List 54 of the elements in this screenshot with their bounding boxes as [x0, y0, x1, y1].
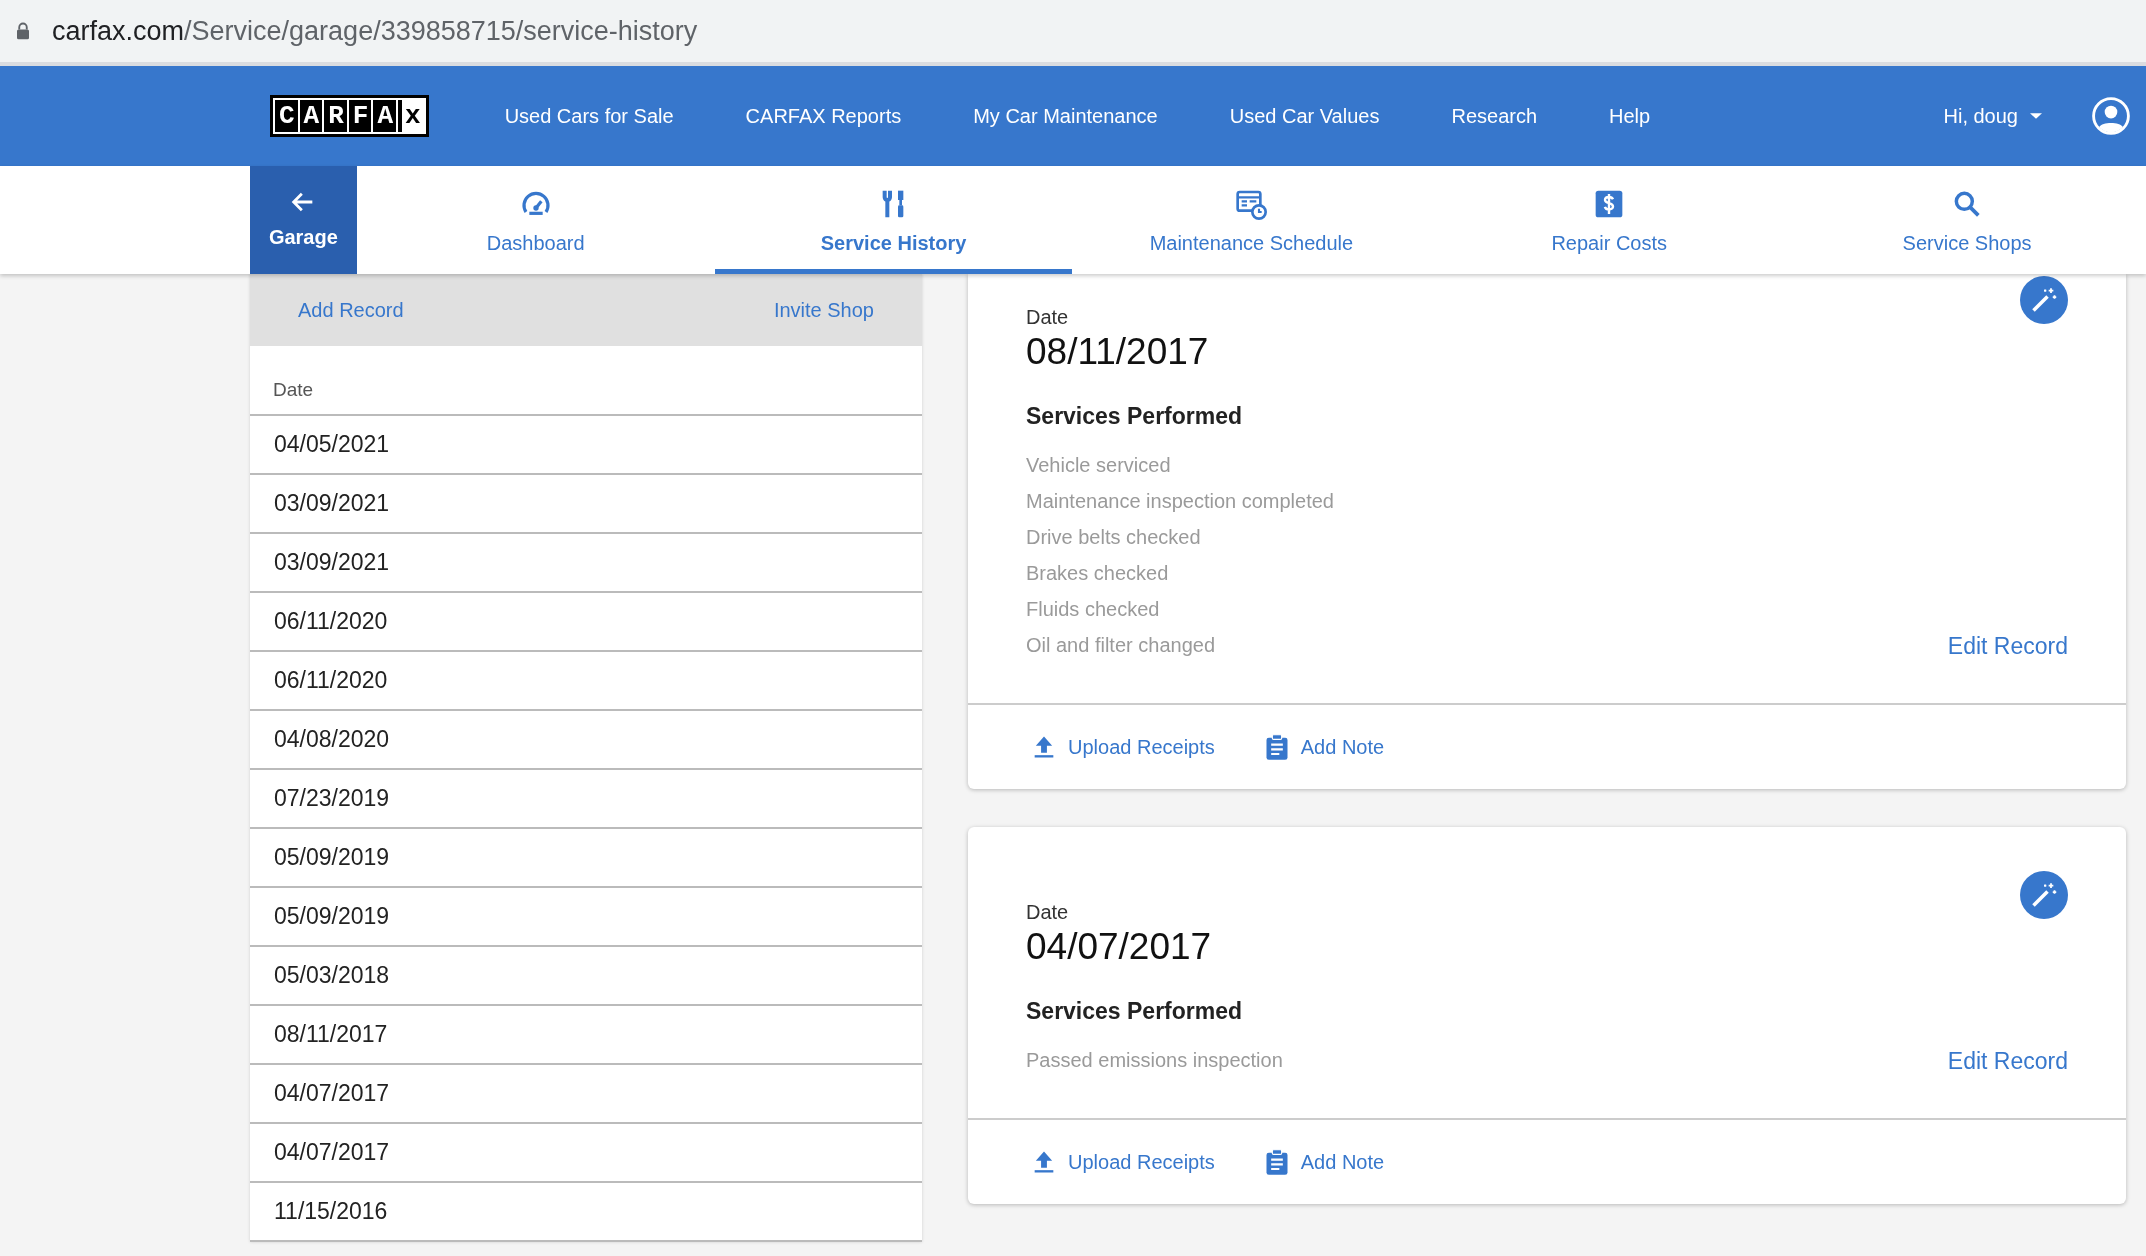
garage-button[interactable]: Garage — [250, 166, 357, 274]
record-date-row[interactable]: 04/05/2021 — [250, 416, 922, 475]
record-date: 04/07/2017 — [1026, 927, 1212, 968]
record-date-row[interactable]: 06/11/2020 — [250, 593, 922, 652]
section-heading: Services Performed — [1026, 401, 1244, 431]
record-date-row[interactable]: 08/11/2017 — [250, 1006, 922, 1065]
panel-link[interactable]: Invite Shop — [773, 295, 874, 325]
column-header: Date — [250, 346, 922, 416]
service-item: Drive belts checked — [1026, 525, 1202, 551]
record-date: 08/11/2017 — [1026, 332, 1209, 373]
avatar-icon[interactable] — [2092, 97, 2130, 135]
service-item: Oil and filter changed — [1026, 633, 1216, 659]
record-date-row[interactable]: 04/08/2020 — [250, 711, 922, 770]
date-label: Date — [1026, 900, 1069, 926]
panel-link[interactable]: Add Record — [298, 295, 404, 325]
nav-link[interactable]: Used Car Values — [1193, 101, 1416, 131]
record-date-row[interactable]: 04/07/2017 — [250, 1065, 922, 1124]
magic-wand-button[interactable] — [2020, 871, 2068, 920]
lock-icon — [14, 20, 32, 42]
user-menu[interactable]: Hi, doug — [1943, 101, 2044, 131]
record-date-row[interactable]: 04/07/2017 — [250, 1124, 922, 1183]
magic-wand-icon — [2030, 286, 2058, 314]
service-item: Passed emissions inspection — [1026, 1048, 1283, 1074]
nav-tab[interactable]: Maintenance Schedule — [1072, 166, 1431, 274]
edit-record-link[interactable]: Edit Record — [1947, 628, 2068, 664]
edit-record-link[interactable]: Edit Record — [1947, 1043, 2068, 1079]
record-date-row[interactable]: 03/09/2021 — [250, 475, 922, 534]
service-item: Vehicle serviced — [1026, 453, 1172, 479]
service-item: Fluids checked — [1026, 597, 1161, 623]
record-date-row[interactable]: 03/09/2021 — [250, 534, 922, 593]
nav-link[interactable]: Help — [1573, 101, 1687, 131]
record-date-row[interactable]: 05/09/2019 — [250, 888, 922, 947]
nav-link[interactable]: My Car Maintenance — [937, 101, 1194, 131]
nav-tab[interactable]: Dashboard — [356, 166, 715, 274]
magic-wand-button[interactable] — [2020, 276, 2068, 324]
service-item: Maintenance inspection completed — [1026, 489, 1334, 515]
record-date-row[interactable]: 11/15/2016 — [250, 1183, 922, 1242]
nav-tab[interactable]: Service Shops — [1788, 166, 2146, 274]
nav-tab[interactable]: Repair Costs — [1430, 166, 1789, 274]
record-date-row[interactable]: 05/09/2019 — [250, 829, 922, 888]
service-item: Brakes checked — [1026, 561, 1170, 587]
card-action-link[interactable]: Add Note — [1262, 732, 1385, 763]
record-date-row[interactable]: 06/11/2020 — [250, 652, 922, 711]
card-action-link[interactable]: Upload Receipts — [1030, 1147, 1215, 1178]
address-bar-url[interactable]: carfax.com/Service/garage/339858715/service-history — [52, 10, 698, 52]
nav-link[interactable]: Used Cars for Sale — [468, 101, 710, 131]
nav-link[interactable]: CARFAX Reports — [709, 101, 938, 131]
record-date-row[interactable]: 05/03/2018 — [250, 947, 922, 1006]
nav-link[interactable]: Research — [1415, 101, 1574, 131]
card-action-link[interactable]: Upload Receipts — [1030, 732, 1215, 763]
card-action-link[interactable]: Add Note — [1262, 1147, 1385, 1178]
section-heading: Services Performed — [1026, 996, 1244, 1026]
date-label: Date — [1026, 305, 1069, 330]
record-date-row[interactable]: 07/23/2019 — [250, 770, 922, 829]
